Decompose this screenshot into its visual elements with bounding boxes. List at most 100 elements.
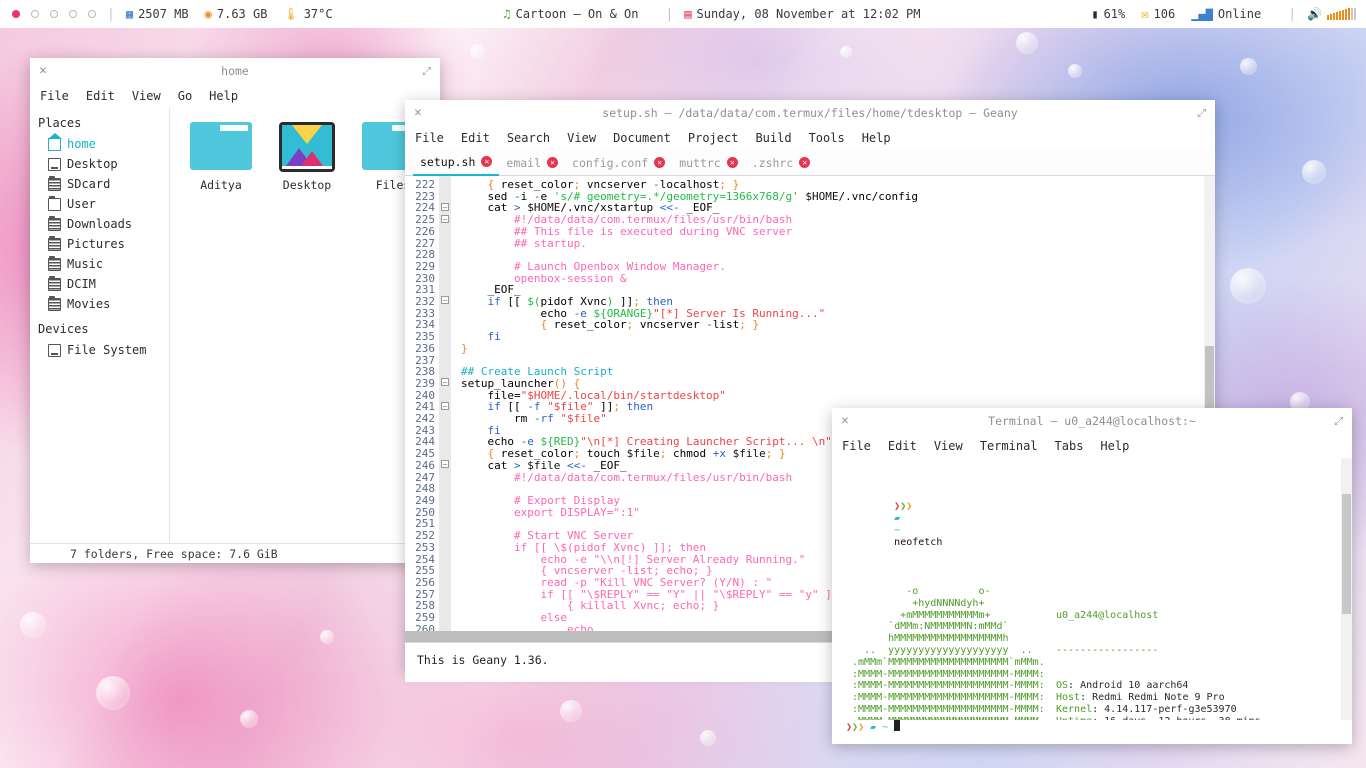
clock-indicator[interactable]: ▤ Sunday, 08 November at 12:02 PM (684, 7, 920, 21)
memory-indicator[interactable]: ▦ 2507 MB (126, 7, 189, 21)
close-icon[interactable]: × (414, 106, 422, 119)
tab-zshrc[interactable]: .zshrc ✕ (745, 150, 818, 176)
panel-separator: | (665, 6, 674, 22)
sidebar-item-file-system[interactable]: File System (30, 340, 169, 360)
terminal-command-line: ❯❯❯ ▰ ~ neofetch (846, 490, 1341, 561)
android-ascii-art: -o o- +hydNNNNdyh+ +mMMMMMMMMMMMm+ `dMMm… (852, 585, 1045, 720)
wallpaper-bubble (240, 710, 258, 728)
tab-close-icon[interactable]: ✕ (481, 156, 493, 167)
tab-close-icon[interactable]: ✕ (654, 157, 666, 168)
temperature-indicator[interactable]: 🌡 37°C (283, 7, 332, 21)
close-icon[interactable]: × (39, 64, 47, 77)
workspace-dot-4[interactable] (69, 10, 77, 18)
menu-go[interactable]: Go (178, 89, 192, 103)
tab-close-icon[interactable]: ✕ (547, 157, 559, 168)
music-indicator[interactable]: ♫ Cartoon — On & On (503, 7, 638, 21)
battery-indicator[interactable]: ▮ 61% (1091, 7, 1125, 21)
sidebar-item-sdcard[interactable]: SDcard (30, 174, 169, 194)
tab-muttrc[interactable]: muttrc ✕ (672, 150, 745, 176)
menu-view[interactable]: View (934, 439, 963, 453)
file-item-aditya[interactable]: Aditya (184, 122, 258, 192)
maximize-icon[interactable]: ⤢ (1197, 107, 1206, 118)
terminal-title: Terminal – u0_a244@localhost:~ (988, 413, 1196, 428)
sidebar-label-dcim: DCIM (67, 277, 96, 291)
tab-config-conf[interactable]: config.conf ✕ (565, 150, 672, 176)
menu-help[interactable]: Help (862, 131, 891, 145)
menu-document[interactable]: Document (613, 131, 671, 145)
panel-separator: | (107, 6, 115, 22)
terminal-output[interactable]: ❯❯❯ ▰ ~ neofetch -o o- +hydNNNNdyh+ +mMM… (832, 458, 1341, 720)
code-fold-column[interactable]: – – – – – – (439, 176, 451, 631)
workspace-dot-2[interactable] (31, 10, 39, 18)
network-indicator[interactable]: ▁▄▇ Online (1191, 7, 1261, 21)
menu-file[interactable]: File (842, 439, 871, 453)
menu-file[interactable]: File (40, 89, 69, 103)
terminal-scrollbar[interactable] (1341, 458, 1352, 720)
file-item-desktop[interactable]: Desktop (270, 122, 344, 192)
sidebar-label-file-system: File System (67, 343, 147, 357)
scrollbar-thumb[interactable] (1342, 494, 1351, 614)
mail-icon: ✉ (1141, 7, 1149, 21)
tab-setup-sh[interactable]: setup.sh ✕ (413, 150, 500, 176)
mail-indicator[interactable]: ✉ 106 (1141, 7, 1175, 21)
tab-close-icon[interactable]: ✕ (799, 157, 811, 168)
sidebar-item-movies[interactable]: Movies (30, 294, 169, 314)
fold-marker[interactable]: – (441, 296, 449, 304)
geany-titlebar[interactable]: × setup.sh – /data/data/com.termux/files… (405, 100, 1215, 126)
file-manager-titlebar[interactable]: × home ⤢ (30, 58, 440, 84)
folder-icon: ▰ (894, 513, 901, 525)
menu-help[interactable]: Help (209, 89, 238, 103)
sidebar-item-user[interactable]: User (30, 194, 169, 214)
maximize-icon[interactable]: ⤢ (1334, 415, 1343, 426)
terminal-titlebar[interactable]: × Terminal – u0_a244@localhost:~ ⤢ (832, 408, 1352, 434)
file-manager-window[interactable]: × home ⤢ File Edit View Go Help Places h… (30, 58, 440, 563)
menu-project[interactable]: Project (688, 131, 739, 145)
sidebar-item-desktop[interactable]: Desktop (30, 154, 169, 174)
tab-email[interactable]: email ✕ (499, 150, 565, 176)
info-value: : 16 days, 12 hours, 38 mins (1092, 716, 1261, 720)
terminal-window[interactable]: × Terminal – u0_a244@localhost:~ ⤢ File … (832, 408, 1352, 744)
fold-marker[interactable]: – (441, 378, 449, 386)
menu-edit[interactable]: Edit (86, 89, 115, 103)
neofetch-info: u0_a244@localhost ----------------- OS: … (1046, 586, 1267, 720)
sidebar-item-downloads[interactable]: Downloads (30, 214, 169, 234)
volume-level-bars[interactable] (1327, 8, 1357, 20)
geany-tabbar[interactable]: setup.sh ✕ email ✕ config.conf ✕ muttrc … (405, 150, 1215, 176)
tab-close-icon[interactable]: ✕ (726, 157, 738, 168)
menu-build[interactable]: Build (755, 131, 791, 145)
file-manager-body: Places home Desktop SDcard User Download… (30, 108, 440, 543)
menu-file[interactable]: File (415, 131, 444, 145)
disk-indicator[interactable]: ◉ 7.63 GB (205, 7, 268, 21)
fold-marker[interactable]: – (441, 402, 449, 410)
sidebar-label-movies: Movies (67, 297, 111, 311)
workspace-dot-5[interactable] (88, 10, 96, 18)
terminal-input-line[interactable]: ❯❯❯ ▰ ~ (832, 720, 1352, 734)
volume-indicator[interactable]: 🔊 (1307, 8, 1357, 20)
sidebar-item-pictures[interactable]: Pictures (30, 234, 169, 254)
file-manager-menubar[interactable]: File Edit View Go Help (30, 84, 440, 108)
sidebar-item-home[interactable]: home (30, 132, 169, 154)
menu-edit[interactable]: Edit (888, 439, 917, 453)
menu-search[interactable]: Search (507, 131, 550, 145)
menu-tabs[interactable]: Tabs (1055, 439, 1084, 453)
menu-help[interactable]: Help (1100, 439, 1129, 453)
menu-view[interactable]: View (132, 89, 161, 103)
menu-tools[interactable]: Tools (809, 131, 845, 145)
geany-menubar[interactable]: File Edit Search View Document Project B… (405, 126, 1215, 150)
fold-marker[interactable]: – (441, 203, 449, 211)
fold-marker[interactable]: – (441, 460, 449, 468)
workspace-dot-1[interactable] (12, 10, 20, 18)
terminal-menubar[interactable]: File Edit View Terminal Tabs Help (832, 434, 1352, 458)
menu-view[interactable]: View (567, 131, 596, 145)
file-manager-content[interactable]: Aditya Desktop Files (170, 108, 440, 543)
close-icon[interactable]: × (841, 414, 849, 427)
fold-marker[interactable]: – (441, 215, 449, 223)
maximize-icon[interactable]: ⤢ (422, 65, 431, 76)
sidebar-item-music[interactable]: Music (30, 254, 169, 274)
menu-terminal[interactable]: Terminal (980, 439, 1038, 453)
terminal-body[interactable]: ❯❯❯ ▰ ~ neofetch -o o- +hydNNNNdyh+ +mMM… (832, 458, 1352, 720)
workspace-switcher[interactable] (0, 10, 96, 18)
sidebar-item-dcim[interactable]: DCIM (30, 274, 169, 294)
workspace-dot-3[interactable] (50, 10, 58, 18)
menu-edit[interactable]: Edit (461, 131, 490, 145)
